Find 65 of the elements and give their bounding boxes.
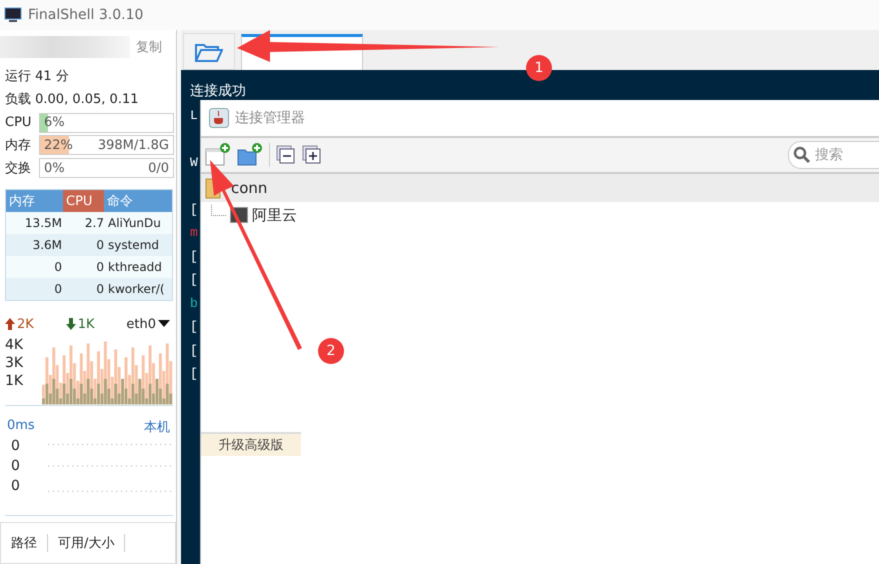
load-text: 负载 0.00, 0.05, 0.11 — [4, 91, 140, 110]
table-cell-text: kthreadd — [107, 260, 163, 274]
meter-reading: 22% — [44, 138, 73, 153]
table-cell-text: AliYunDu — [107, 216, 162, 230]
meter-label: CPU — [5, 115, 32, 130]
column-header[interactable]: CPU — [63, 190, 104, 212]
down-arrow-icon — [66, 318, 76, 330]
table-cell-text: 13.5M — [24, 216, 63, 230]
upload-rate: 2K — [17, 316, 34, 332]
table-cell-text: 0 — [53, 282, 63, 296]
meter-detail: 0/0 — [148, 160, 169, 176]
column-header[interactable]: 可用/大小 — [48, 534, 126, 552]
search-icon — [793, 146, 811, 164]
table-cell-text: 3.6M — [32, 238, 63, 252]
caret-icon — [158, 320, 170, 328]
folder-icon — [195, 42, 223, 62]
table-cell-text: systemd — [107, 238, 160, 252]
meter-reading: 6% — [44, 115, 65, 130]
download-rate: 1K — [78, 316, 94, 332]
up-arrow-icon — [5, 318, 15, 330]
meter-detail: 398M/1.8G — [98, 138, 169, 153]
axis-label: 0 — [11, 458, 21, 474]
axis-label: 0 — [11, 478, 21, 494]
terminal-line: W — [190, 154, 198, 172]
table-cell-text: 0 — [53, 260, 63, 274]
upgrade-button[interactable]: 升级高级版 — [201, 432, 301, 456]
copy-link[interactable]: 复制 — [136, 38, 162, 56]
host-label: 本机 — [144, 419, 170, 436]
new-connection-icon[interactable] — [205, 143, 231, 167]
table-cell-text: 0 — [95, 238, 105, 252]
uptime-text: 运行 41 分 — [4, 68, 70, 86]
terminal-line: [ — [190, 271, 198, 289]
axis-label: 3K — [5, 355, 24, 372]
terminal-line: [ — [190, 342, 198, 360]
expand-all-icon[interactable] — [302, 145, 322, 165]
column-header[interactable]: 路径 — [1, 534, 48, 552]
terminal-line: L — [190, 106, 198, 124]
meter-reading: 0% — [44, 160, 65, 176]
monitor-icon — [4, 7, 22, 23]
terminal-line: [ — [190, 248, 198, 266]
terminal-line: [ — [190, 318, 198, 336]
terminal-line: [ — [190, 365, 198, 383]
open-folder-button[interactable] — [183, 33, 235, 70]
dialog-title: 连接管理器 — [235, 109, 305, 127]
interface-dropdown[interactable]: eth0 — [126, 316, 170, 332]
table-cell-text: 0 — [95, 260, 105, 274]
java-cup-icon — [209, 108, 229, 128]
table-cell-text: 2.7 — [84, 216, 105, 230]
terminal-line: b — [190, 294, 198, 312]
new-folder-icon[interactable] — [237, 143, 263, 167]
latency-text: 0ms — [7, 418, 35, 436]
table-cell-text: kworker/( — [107, 282, 166, 296]
collapse-all-icon[interactable] — [276, 145, 296, 165]
table-cell-text: 0 — [95, 282, 105, 296]
terminal-line: [ — [190, 200, 198, 218]
meter-label: 内存 — [5, 137, 32, 154]
meter-label: 交换 — [5, 160, 32, 178]
tree-folder-row[interactable]: conn — [201, 174, 879, 202]
terminal-line: 连接成功 — [190, 82, 246, 101]
window-title: FinalShell 3.0.10 — [28, 7, 144, 23]
axis-label: 0 — [11, 438, 21, 454]
axis-label: 1K — [5, 373, 24, 390]
terminal-line: m — [190, 224, 198, 242]
tree-item[interactable]: 阿里云 — [252, 206, 297, 224]
axis-label: 4K — [5, 337, 24, 354]
